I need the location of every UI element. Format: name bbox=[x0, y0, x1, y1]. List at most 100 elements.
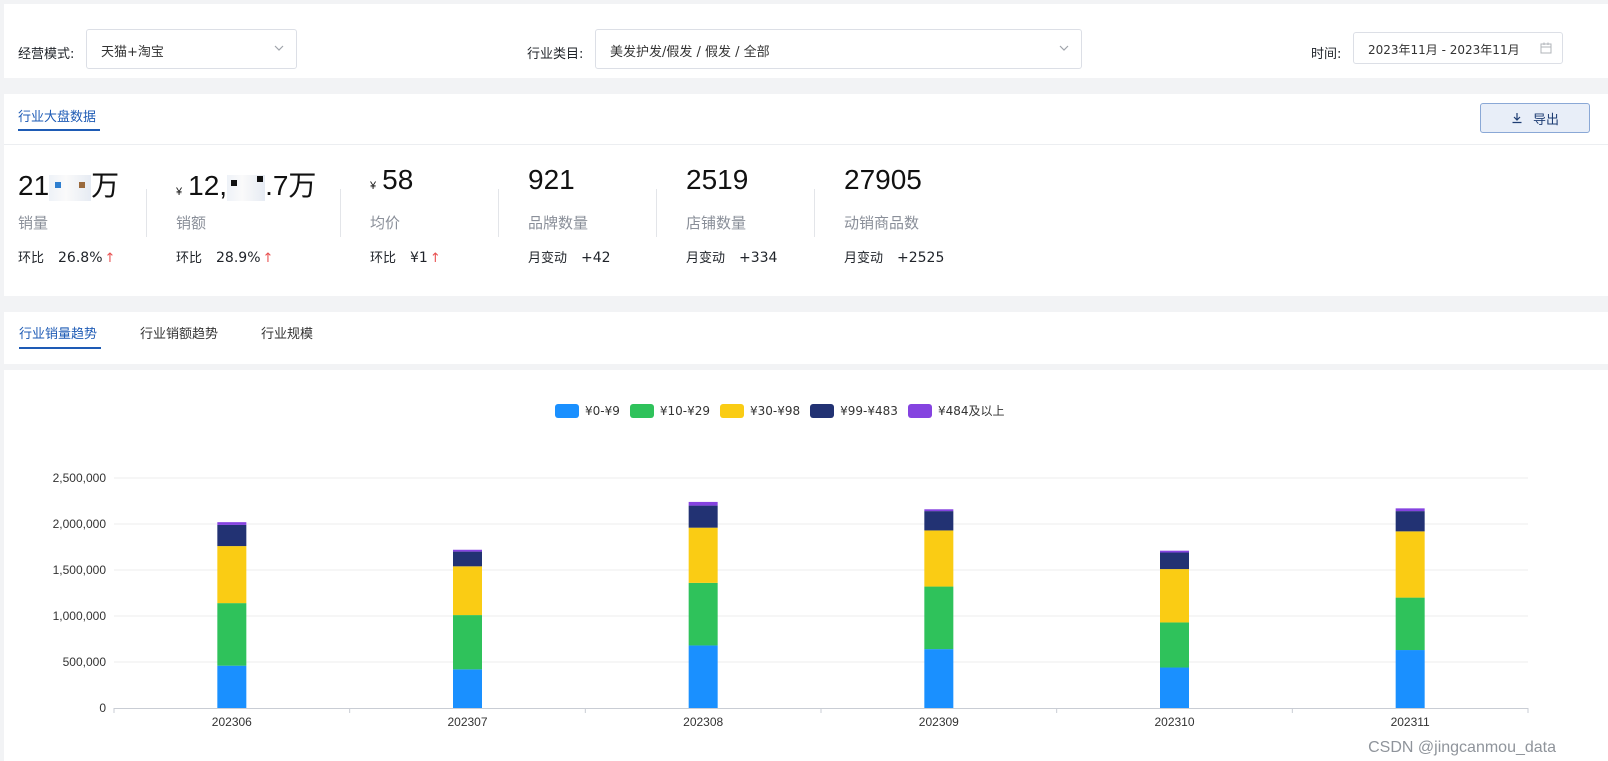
bar-segment bbox=[453, 615, 482, 670]
metric-value: ¥12, .7万 bbox=[176, 170, 317, 201]
redacted-digits bbox=[227, 170, 266, 202]
bar-segment bbox=[688, 582, 718, 646]
tab-sales-amount-trend[interactable]: 行业销额趋势 bbox=[140, 323, 218, 342]
metric-compare: 月变动 +334 bbox=[686, 250, 778, 266]
x-tick-label: 202311 bbox=[1391, 715, 1430, 729]
mode-label: 经营模式: bbox=[18, 47, 75, 62]
metric-brand-count: 921 品牌数量 月变动 +42 bbox=[528, 164, 611, 266]
bar-segment bbox=[217, 665, 247, 708]
y-tick-label: 1,500,000 bbox=[53, 563, 107, 577]
metric-value: 27905 bbox=[844, 164, 922, 195]
bar-segment bbox=[453, 669, 482, 708]
metric-name: 均价 bbox=[370, 214, 401, 232]
category-select-value: 美发护发/假发 / 假发 / 全部 bbox=[610, 45, 770, 60]
bar-segment bbox=[453, 551, 482, 567]
bar-segment bbox=[217, 522, 247, 525]
bar-segment bbox=[217, 603, 247, 666]
divider bbox=[146, 189, 147, 237]
bar-segment bbox=[1160, 622, 1189, 668]
divider bbox=[4, 144, 1608, 145]
bar-segment bbox=[688, 527, 718, 583]
tab-sales-volume-trend[interactable]: 行业销量趋势 bbox=[19, 323, 97, 342]
bar-segment bbox=[453, 549, 482, 552]
time-range-value: 2023年11月 - 2023年11月 bbox=[1368, 43, 1520, 57]
category-select[interactable]: 美发护发/假发 / 假发 / 全部 bbox=[595, 29, 1082, 69]
metric-compare: 月变动 +2525 bbox=[844, 250, 945, 266]
metric-average-price: ¥58 均价 环比 ¥1 ↑ bbox=[370, 164, 441, 266]
chart-tabs: 行业销量趋势 行业销额趋势 行业规模 bbox=[4, 312, 1608, 364]
y-tick-label: 0 bbox=[99, 701, 106, 715]
time-label: 时间: bbox=[1311, 47, 1342, 62]
bar-segment bbox=[688, 505, 718, 528]
time-range-picker[interactable]: 2023年11月 - 2023年11月 bbox=[1353, 32, 1563, 64]
stacked-bar-chart: 0 500,000 1,000,000 1,500,000 2,000,000 2,500… bbox=[53, 471, 1529, 729]
chevron-down-icon bbox=[274, 45, 284, 51]
bar-segment bbox=[924, 511, 954, 531]
tab-underline bbox=[19, 347, 101, 349]
bar-segment bbox=[217, 546, 247, 604]
metric-value: ¥58 bbox=[370, 164, 414, 195]
export-label: 导出 bbox=[1532, 111, 1559, 127]
metric-sales-volume: 21 万 销量 环比 26.8% ↑ bbox=[18, 164, 119, 266]
industry-overview-panel: 行业大盘数据 导出 21 万 销量 环比 26.8% ↑ ¥12, .7万 销额 环比 2… bbox=[4, 94, 1608, 296]
x-tick-label: 202308 bbox=[683, 715, 723, 729]
divider bbox=[656, 189, 657, 237]
bar-segment bbox=[1395, 511, 1425, 532]
x-tick-label: 202306 bbox=[212, 715, 252, 729]
metric-compare: 月变动 +42 bbox=[528, 250, 611, 266]
bar-segment bbox=[688, 645, 718, 708]
bar-segment bbox=[1160, 550, 1189, 553]
metric-name: 销额 bbox=[176, 214, 207, 232]
divider bbox=[814, 189, 815, 237]
metric-compare: 环比 26.8% ↑ bbox=[18, 250, 116, 266]
metric-name: 品牌数量 bbox=[528, 214, 589, 232]
export-button[interactable]: 导出 bbox=[1480, 103, 1590, 133]
metric-name: 店铺数量 bbox=[686, 214, 747, 232]
bar-segment bbox=[924, 530, 954, 587]
bar-segment bbox=[453, 566, 482, 616]
arrow-up-icon: ↑ bbox=[104, 251, 116, 266]
bar-segment bbox=[217, 524, 247, 547]
metric-active-products: 27905 动销商品数 月变动 +2525 bbox=[844, 164, 944, 266]
x-tick-label: 202307 bbox=[447, 715, 487, 729]
metric-value: 21 万 bbox=[18, 170, 120, 201]
chevron-down-icon bbox=[1059, 45, 1069, 51]
metric-compare: 环比 ¥1 ↑ bbox=[370, 250, 441, 266]
x-tick-label: 202309 bbox=[919, 715, 959, 729]
category-label: 行业类目: bbox=[527, 47, 584, 62]
divider bbox=[340, 189, 341, 237]
chart-panel: ¥0-¥9 ¥10-¥29 ¥30-¥98 ¥99-¥483 ¥484及以上 0 500,… bbox=[4, 370, 1608, 761]
y-tick-label: 1,000,000 bbox=[53, 609, 107, 623]
bar-segment bbox=[924, 649, 954, 708]
arrow-up-icon: ↑ bbox=[429, 251, 441, 266]
bar-segment bbox=[1395, 531, 1425, 598]
metric-sales-amount: ¥12, .7万 销额 环比 28.9% ↑ bbox=[176, 164, 316, 266]
bar-segment bbox=[1395, 650, 1425, 708]
divider bbox=[498, 189, 499, 237]
download-icon bbox=[1512, 113, 1522, 124]
filter-bar: 经营模式: 天猫+淘宝 行业类目: 美发护发/假发 / 假发 / 全部 时间: … bbox=[4, 4, 1608, 78]
metric-value: 2519 bbox=[686, 164, 749, 195]
metric-name: 销量 bbox=[18, 214, 49, 232]
bar-segment bbox=[924, 586, 954, 650]
redacted-digits bbox=[49, 170, 92, 202]
mode-select-value: 天猫+淘宝 bbox=[101, 45, 164, 60]
bar-segment bbox=[688, 501, 718, 506]
metric-store-count: 2519 店铺数量 月变动 +334 bbox=[686, 164, 777, 266]
bar-segment bbox=[1395, 508, 1425, 512]
tab-industry-scale[interactable]: 行业规模 bbox=[261, 323, 313, 342]
mode-select[interactable]: 天猫+淘宝 bbox=[86, 29, 297, 69]
calendar-icon bbox=[1540, 42, 1552, 54]
bar-segment bbox=[1160, 667, 1189, 708]
bar-segment bbox=[1160, 569, 1189, 623]
watermark: CSDN @jingcanmou_data bbox=[1368, 739, 1556, 756]
y-tick-label: 2,500,000 bbox=[53, 471, 107, 485]
y-tick-label: 500,000 bbox=[63, 655, 107, 669]
bar-segment bbox=[1160, 552, 1189, 570]
metric-compare: 环比 28.9% ↑ bbox=[176, 250, 274, 266]
arrow-up-icon: ↑ bbox=[262, 251, 274, 266]
metric-name: 动销商品数 bbox=[844, 214, 920, 232]
x-tick-label: 202310 bbox=[1154, 715, 1194, 729]
tab-industry-overview[interactable]: 行业大盘数据 bbox=[18, 106, 96, 125]
metric-value: 921 bbox=[528, 164, 575, 195]
